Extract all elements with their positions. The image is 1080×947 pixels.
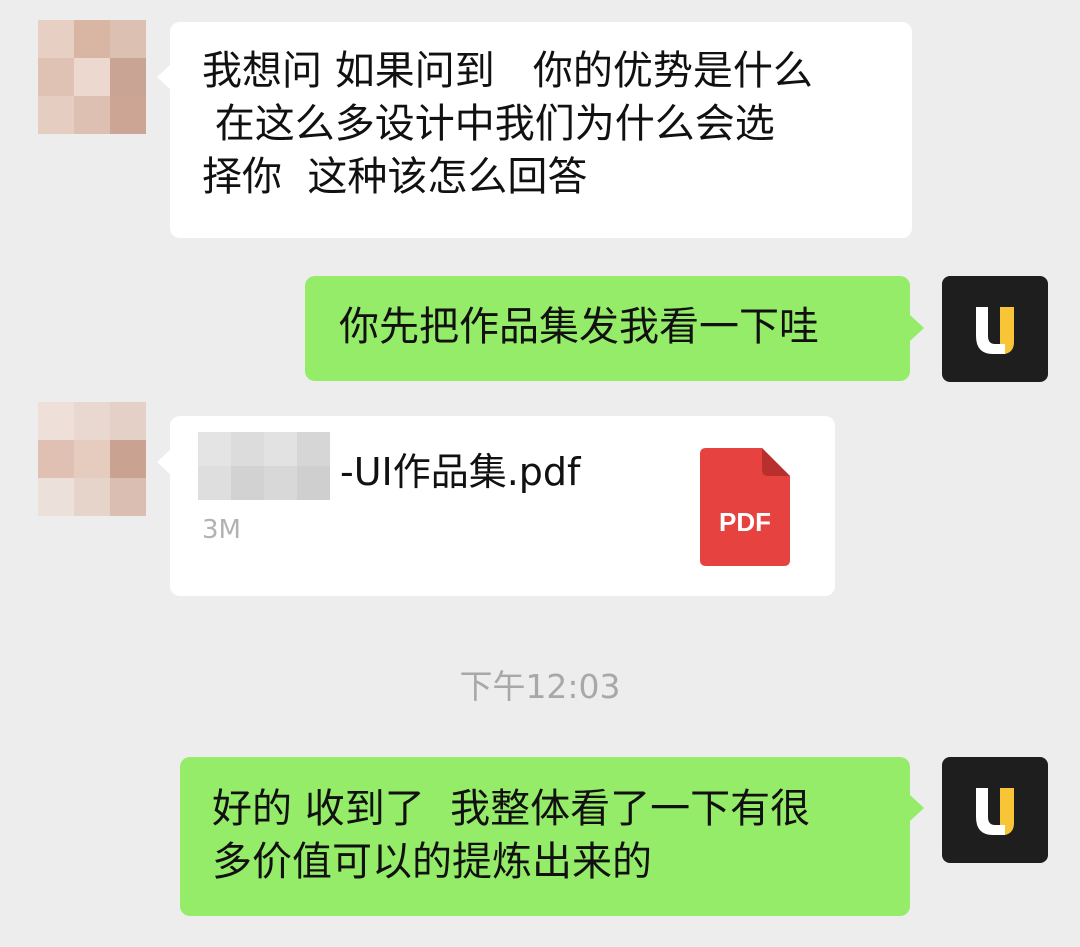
contact-avatar[interactable] xyxy=(38,402,146,516)
bubble-tail xyxy=(910,315,924,341)
chat-screen: { "colors": { "background": "#ededed", "… xyxy=(0,0,1080,947)
timestamp: 下午12:03 xyxy=(459,667,621,706)
bubble-tail xyxy=(157,449,171,475)
message-text: 你先把作品集发我看一下哇 xyxy=(339,304,819,350)
pdf-icon: PDF xyxy=(700,448,790,566)
file-size: 3M xyxy=(202,515,241,545)
bubble-tail xyxy=(910,795,924,821)
message-bubble-outgoing[interactable]: 好的 收到了 我整体看了一下有很 多价值可以的提炼出来的 xyxy=(180,757,910,916)
message-bubble-outgoing[interactable]: 你先把作品集发我看一下哇 xyxy=(305,276,910,381)
message-text: 好的 收到了 我整体看了一下有很 多价值可以的提炼出来的 xyxy=(212,786,811,885)
message-text: 我想问 如果问到 你的优势是什么 在这么多设计中我们为什么会选 择你 这种该怎么… xyxy=(202,48,813,200)
contact-avatar[interactable] xyxy=(38,20,146,134)
message-bubble-incoming[interactable]: 我想问 如果问到 你的优势是什么 在这么多设计中我们为什么会选 择你 这种该怎么… xyxy=(170,22,912,238)
u-logo-icon xyxy=(976,307,1014,354)
file-message-card[interactable]: -UI作品集.pdf 3M PDF xyxy=(170,416,835,596)
file-name: -UI作品集.pdf xyxy=(340,450,581,494)
u-logo-icon xyxy=(976,788,1014,835)
user-avatar[interactable] xyxy=(942,757,1048,863)
file-name-redacted xyxy=(198,432,330,500)
user-avatar[interactable] xyxy=(942,276,1048,382)
bubble-tail xyxy=(157,64,171,90)
pdf-icon-label: PDF xyxy=(719,507,771,537)
